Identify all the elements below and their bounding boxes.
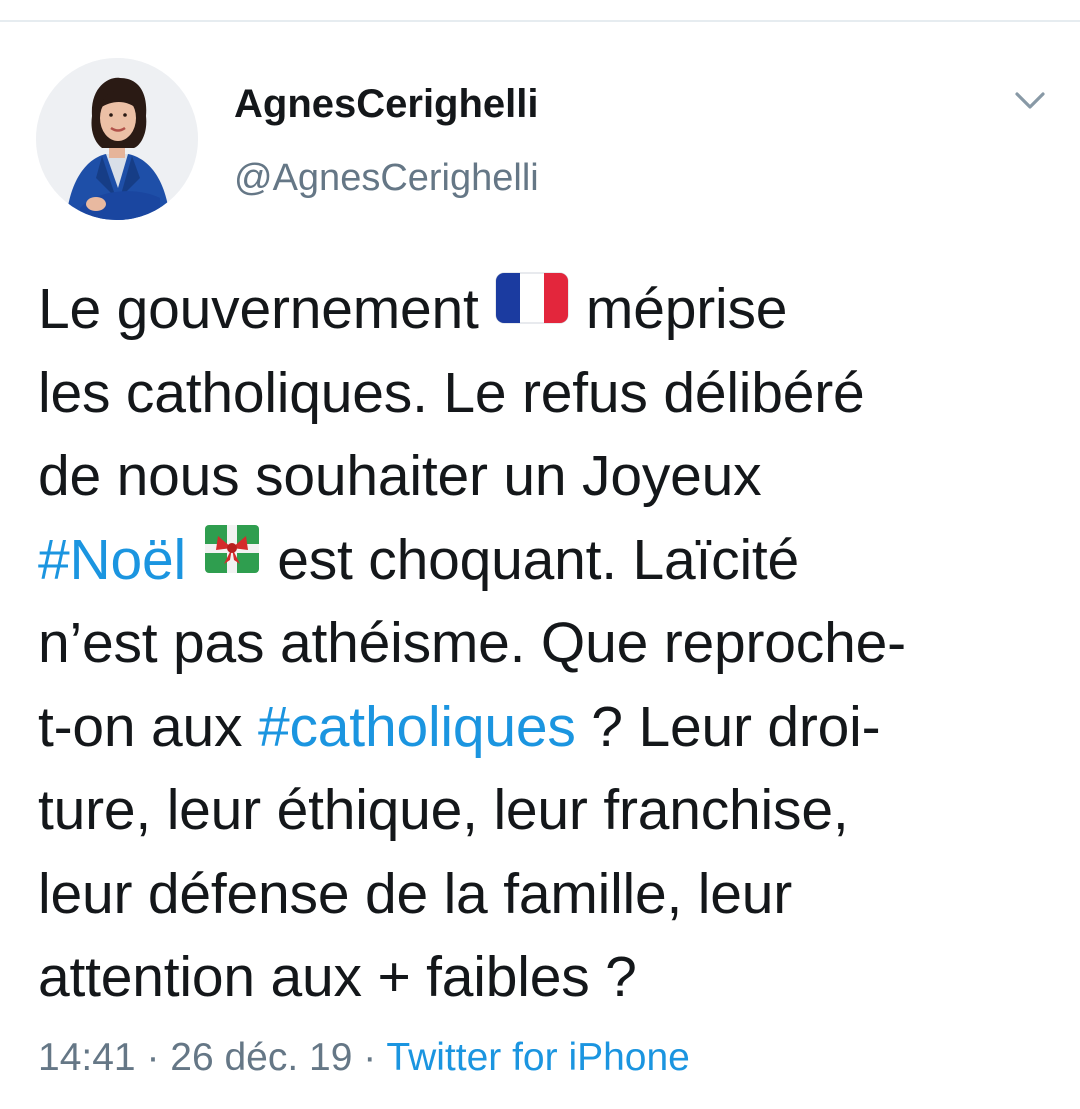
- tweet-source-link[interactable]: Twitter for iPhone: [386, 1036, 689, 1079]
- wrapped-gift-icon: [202, 516, 262, 600]
- avatar[interactable]: [36, 58, 198, 220]
- tweet-text: Le gouvernement méprise les catholiques.…: [38, 268, 1048, 1020]
- tweet-line: t-on aux #catholiques ? Leur droi-: [38, 694, 881, 759]
- tweet-meta: 14:41 · 26 déc. 19 · Twitter for iPhone: [38, 1034, 690, 1082]
- france-flag-icon: [494, 265, 570, 349]
- chevron-down-icon: [1015, 92, 1045, 109]
- tweet-line: ture, leur éthique, leur franchise,: [38, 778, 849, 842]
- tweet-date[interactable]: 26 déc. 19: [170, 1036, 352, 1079]
- avatar-photo: [36, 58, 198, 220]
- meta-separator: ·: [352, 1036, 387, 1079]
- tweet-line: de nous souhaiter un Joyeux: [38, 444, 762, 508]
- top-divider: [0, 20, 1080, 22]
- tweet-line: Le gouvernement méprise: [38, 268, 1048, 352]
- tweet-time[interactable]: 14:41: [38, 1036, 136, 1079]
- hashtag-noel-link[interactable]: #Noël: [38, 528, 186, 592]
- tweet-line: attention aux + faibles ?: [38, 945, 637, 1009]
- author-display-name[interactable]: AgnesCerighelli: [234, 80, 539, 128]
- tweet-line: n’est pas athéisme. Que reproche-: [38, 611, 906, 675]
- meta-separator: ·: [135, 1036, 171, 1079]
- tweet-line: leur défense de la famille, leur: [38, 861, 793, 926]
- tweet-menu-button[interactable]: [1008, 82, 1052, 122]
- hashtag-catholiques-link[interactable]: #catholiques: [258, 695, 576, 759]
- tweet-line: #Noël est choquant. Laïcité: [38, 519, 1048, 603]
- author-handle[interactable]: @AgnesCerighelli: [234, 154, 539, 202]
- tweet-line: les catholiques. Le refus délibéré: [38, 360, 865, 425]
